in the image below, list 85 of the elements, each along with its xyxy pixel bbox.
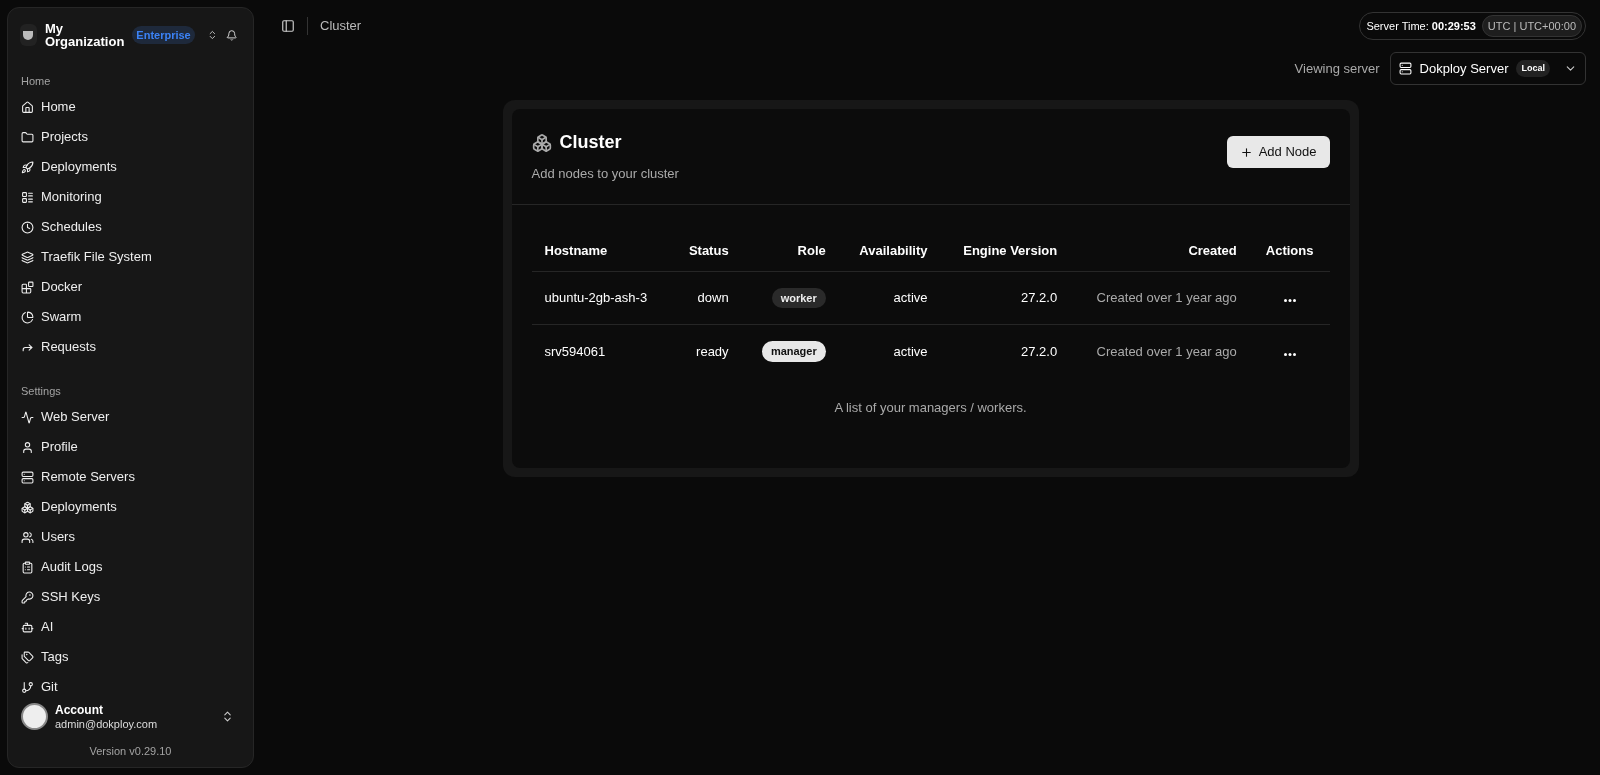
blocks-icon bbox=[21, 280, 34, 294]
pulse-icon bbox=[21, 410, 34, 424]
table-cell: ready bbox=[696, 343, 729, 359]
sidebar-item[interactable]: Schedules bbox=[21, 212, 240, 242]
ellipsis-icon bbox=[1283, 352, 1296, 356]
column-header: Hostname bbox=[544, 242, 608, 258]
server-icon bbox=[21, 470, 34, 484]
key-icon bbox=[21, 590, 34, 604]
rocket-icon bbox=[21, 160, 34, 174]
sidebar-item[interactable]: Deployments bbox=[21, 152, 240, 182]
role-badge: manager bbox=[761, 341, 826, 362]
layers-icon bbox=[21, 250, 34, 264]
boxes-icon bbox=[21, 500, 34, 514]
sidebar-item[interactable]: Docker bbox=[21, 272, 240, 302]
avatar bbox=[21, 703, 48, 730]
viewing-server-label: Viewing server bbox=[1294, 59, 1380, 78]
column-header: Created bbox=[1188, 242, 1237, 258]
users-icon bbox=[21, 530, 34, 544]
sidebar-item[interactable]: Traefik File System bbox=[21, 242, 240, 272]
actions-menu-button[interactable] bbox=[1283, 299, 1296, 303]
table-cell: down bbox=[697, 290, 729, 306]
chevrons-icon bbox=[221, 710, 234, 723]
table-cell: active bbox=[893, 343, 928, 359]
sidebar-item[interactable]: Home bbox=[21, 92, 240, 122]
git-branch-icon bbox=[21, 680, 34, 693]
notification-icon[interactable] bbox=[225, 27, 237, 43]
account-name: Account bbox=[55, 702, 104, 717]
sidebar-item[interactable]: SSH Keys bbox=[21, 582, 240, 612]
table-cell: Created over 1 year ago bbox=[1096, 290, 1237, 306]
sidebar-item[interactable]: AI bbox=[21, 612, 240, 642]
sidebar-item[interactable]: Swarm bbox=[21, 302, 240, 332]
sidebar-item[interactable]: Monitoring bbox=[21, 182, 240, 212]
table-cell: 27.2.0 bbox=[1021, 343, 1058, 359]
sidebar-item[interactable]: Web Server bbox=[21, 402, 240, 432]
sidebar-item[interactable]: Users bbox=[21, 522, 240, 552]
table-caption: A list of your managers / workers. bbox=[833, 398, 1028, 417]
sidebar-item[interactable]: Git bbox=[21, 672, 240, 693]
organization-name[interactable]: My Organization bbox=[44, 22, 125, 48]
sidebar-item[interactable]: Projects bbox=[21, 122, 240, 152]
sidebar-item[interactable]: Audit Logs bbox=[21, 552, 240, 582]
folder-icon bbox=[21, 130, 34, 144]
version-label: Version v0.29.10 bbox=[88, 743, 173, 759]
robot-icon bbox=[21, 620, 34, 634]
clipboard-icon bbox=[21, 560, 34, 574]
sidebar-item[interactable]: Requests bbox=[21, 332, 240, 362]
breadcrumb[interactable]: Cluster bbox=[320, 16, 362, 36]
section-title: Settings bbox=[21, 383, 62, 399]
sidebar-item[interactable]: Profile bbox=[21, 432, 240, 462]
home-icon bbox=[21, 100, 34, 114]
boxes-icon bbox=[531, 132, 552, 153]
column-header: Role bbox=[797, 242, 826, 258]
account-email: admin@dokploy.com bbox=[55, 716, 158, 731]
column-header: Engine Version bbox=[963, 242, 1058, 258]
user-icon bbox=[21, 440, 34, 454]
table-cell: active bbox=[893, 290, 928, 306]
chevrons-icon[interactable] bbox=[206, 28, 218, 42]
table-cell: srv594061 bbox=[544, 343, 606, 359]
plan-badge: Enterprise bbox=[132, 25, 195, 45]
account-menu[interactable]: Account admin@dokploy.com bbox=[21, 702, 240, 731]
add-node-button[interactable]: Add Node bbox=[1226, 136, 1330, 168]
local-badge: Local bbox=[1516, 59, 1550, 78]
pie-chart-icon bbox=[21, 310, 34, 324]
table-cell: 27.2.0 bbox=[1021, 290, 1058, 306]
section-title: Home bbox=[21, 73, 52, 89]
role-badge: worker bbox=[771, 287, 826, 309]
card-title: Cluster bbox=[559, 131, 622, 154]
clock-icon bbox=[21, 220, 34, 234]
server-select[interactable]: Dokploy Server Local bbox=[1389, 52, 1586, 85]
tags-icon bbox=[21, 650, 34, 664]
column-header: Actions bbox=[1265, 242, 1314, 258]
card-subtitle: Add nodes to your cluster bbox=[531, 165, 679, 183]
sidebar-item[interactable]: Remote Servers bbox=[21, 462, 240, 492]
sidebar-item[interactable]: Tags bbox=[21, 642, 240, 672]
column-header: Status bbox=[688, 242, 729, 258]
column-header: Availability bbox=[859, 242, 928, 258]
server-icon bbox=[1398, 62, 1412, 75]
actions-menu-button[interactable] bbox=[1283, 352, 1296, 356]
sidebar-item[interactable]: Deployments bbox=[21, 492, 240, 522]
timezone-badge: UTC | UTC+00:00 bbox=[1481, 14, 1582, 38]
table-cell: ubuntu-2gb-ash-3 bbox=[544, 290, 648, 306]
organization-logo-icon bbox=[20, 24, 37, 46]
table-cell: Created over 1 year ago bbox=[1096, 343, 1237, 359]
ellipsis-icon bbox=[1283, 299, 1296, 303]
plus-icon bbox=[1239, 145, 1253, 159]
sidebar-toggle-icon[interactable] bbox=[281, 19, 295, 33]
